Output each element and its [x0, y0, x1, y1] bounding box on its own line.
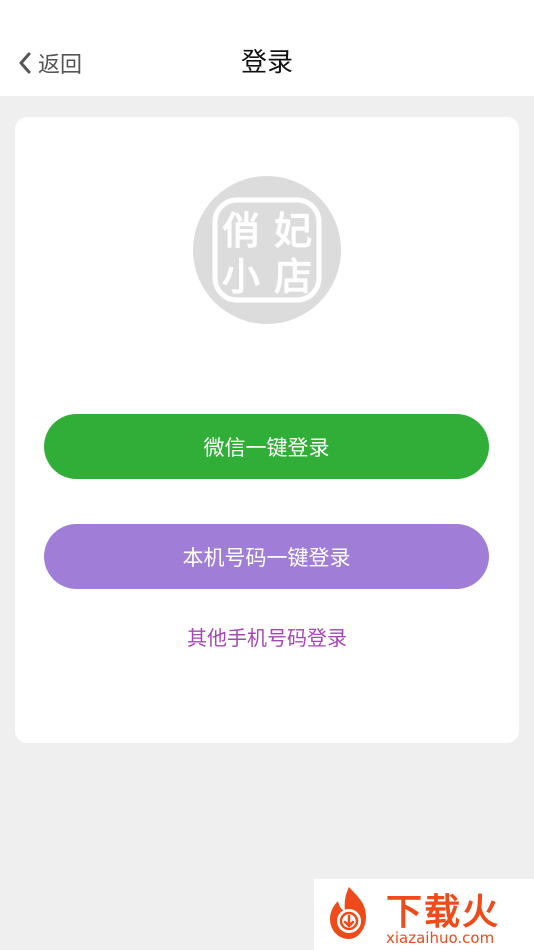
- logo-char: 俏: [221, 208, 260, 253]
- watermark-domain: xiazaihuo.com: [386, 929, 495, 947]
- other-phone-login-link[interactable]: 其他手机号码登录: [15, 622, 519, 651]
- nav-header: 返回 登录: [0, 0, 534, 96]
- watermark: 下载火 xiazaihuo.com: [314, 879, 534, 950]
- phone-login-button[interactable]: 本机号码一键登录: [44, 524, 489, 589]
- wechat-login-button[interactable]: 微信一键登录: [44, 414, 489, 479]
- logo-char: 小: [221, 254, 260, 299]
- logo-char: 店: [273, 254, 312, 299]
- logo-text: 俏 妃 小 店: [193, 176, 341, 324]
- logo-char: 妃: [273, 208, 312, 253]
- flame-logo-icon: [318, 883, 380, 949]
- watermark-brand: 下载火: [386, 892, 501, 933]
- store-logo: 俏 妃 小 店: [193, 176, 341, 324]
- login-card: 俏 妃 小 店 微信一键登录 本机号码一键登录 其他手机号码登录: [15, 117, 519, 743]
- page-title: 登录: [240, 48, 293, 78]
